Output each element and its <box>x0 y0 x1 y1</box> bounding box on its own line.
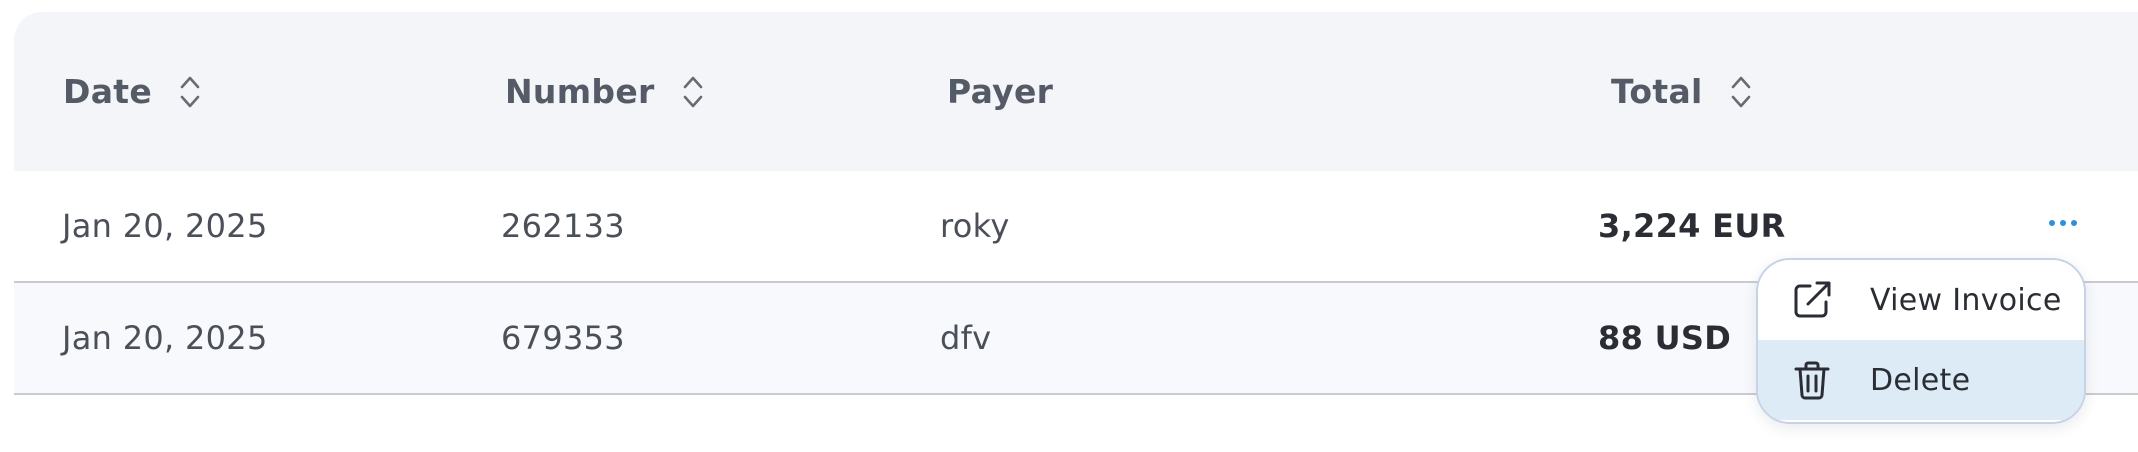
menu-item-label: Delete <box>1870 362 1971 398</box>
menu-item-view-invoice[interactable]: View Invoice <box>1758 260 2084 340</box>
column-header-label: Payer <box>947 72 1054 111</box>
sort-icon[interactable] <box>681 73 705 111</box>
sort-icon[interactable] <box>1729 73 1753 111</box>
more-horizontal-icon <box>2049 220 2077 226</box>
trash-icon <box>1794 361 1830 400</box>
row-actions-menu: View Invoice Delete <box>1756 258 2086 424</box>
column-header-label: Number <box>505 72 655 111</box>
menu-item-label: View Invoice <box>1870 282 2062 318</box>
external-link-icon <box>1794 281 1831 318</box>
column-header-payer: Payer <box>947 72 1053 111</box>
cell-number: 262133 <box>501 207 625 245</box>
cell-date: Jan 20, 2025 <box>62 319 268 357</box>
column-header-date[interactable]: Date <box>63 72 202 111</box>
row-actions-button[interactable] <box>2039 203 2087 243</box>
menu-item-delete[interactable]: Delete <box>1758 340 2084 420</box>
table-header: Date Number Payer Total <box>14 12 2138 171</box>
cell-number: 679353 <box>501 319 625 357</box>
cell-payer: roky <box>940 207 1010 245</box>
column-header-number[interactable]: Number <box>505 72 705 111</box>
column-header-label: Date <box>63 72 153 111</box>
sort-icon[interactable] <box>178 73 202 111</box>
cell-total: 88 USD <box>1598 319 1732 357</box>
column-header-label: Total <box>1611 72 1703 111</box>
column-header-total[interactable]: Total <box>1611 72 1753 111</box>
cell-payer: dfv <box>940 319 992 357</box>
cell-total: 3,224 EUR <box>1598 207 1786 245</box>
cell-date: Jan 20, 2025 <box>62 207 268 245</box>
